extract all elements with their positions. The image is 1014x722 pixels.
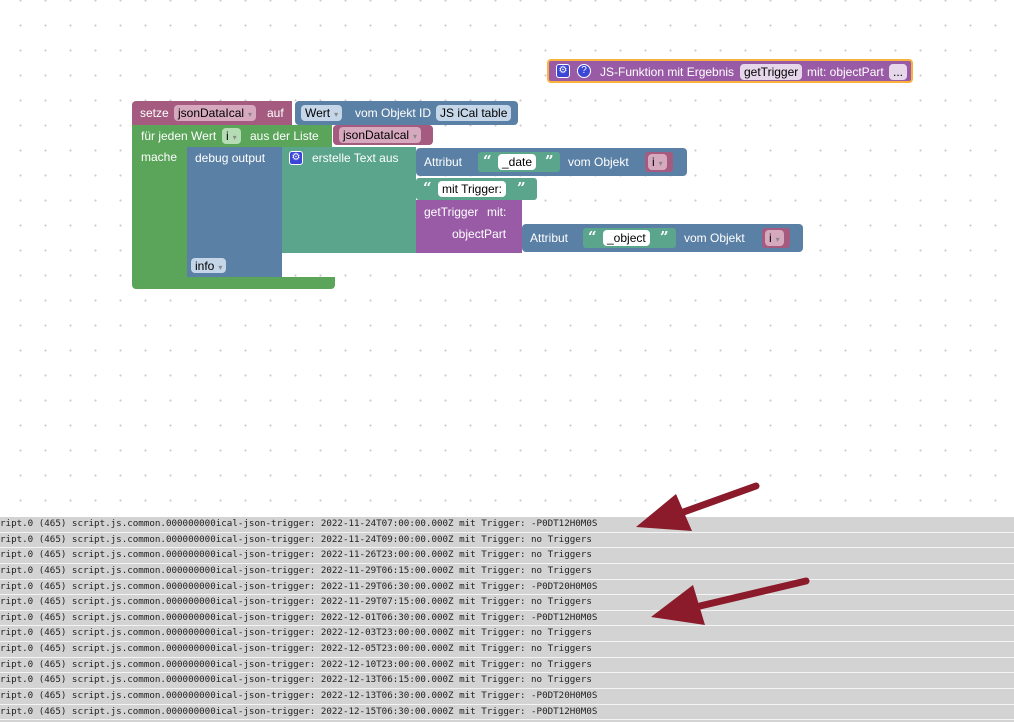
value-dropdown-label: Wert: [305, 106, 331, 120]
foreach-label: für jeden Wert: [141, 129, 217, 143]
foreach-loop-bottom: [132, 277, 335, 289]
loop-var-name: i: [652, 155, 655, 169]
open-quote-icon: “: [588, 228, 597, 246]
debug-output-block[interactable]: debug output info ▾: [187, 147, 282, 277]
chevron-down-icon: ▾: [218, 263, 223, 272]
variable-dropdown[interactable]: jsonDataIcal ▾: [174, 105, 257, 121]
call-function-block[interactable]: getTrigger mit: objectPart: [416, 200, 522, 253]
do-label: mache: [141, 150, 178, 164]
list-variable-block[interactable]: jsonDataIcal ▾: [333, 125, 433, 145]
list-variable-dropdown[interactable]: jsonDataIcal ▾: [339, 127, 422, 143]
gear-icon[interactable]: ⚙: [289, 151, 303, 165]
attribute-label: Attribut: [424, 155, 463, 169]
log-line: ript.0 (465) script.js.common.000000000i…: [0, 595, 1014, 611]
get-state-block[interactable]: Wert ▾ vom Objekt ID JS iCal table: [295, 101, 518, 125]
log-line: ript.0 (465) script.js.common.000000000i…: [0, 580, 1014, 596]
call-function-name: getTrigger: [424, 205, 479, 219]
foreach-loop-top[interactable]: für jeden Wert i ▾ aus der Liste: [132, 125, 332, 147]
log-level-value: info: [195, 259, 215, 273]
chevron-down-icon: ▾: [248, 110, 253, 119]
call-param-label: objectPart: [452, 227, 507, 241]
from-object-label: vom Objekt ID: [355, 106, 432, 120]
create-text-block[interactable]: ⚙ erstelle Text aus: [282, 147, 416, 253]
loop-var-dropdown[interactable]: i ▾: [222, 128, 241, 144]
log-line: ript.0 (465) script.js.common.000000000i…: [0, 642, 1014, 658]
set-label: setze: [140, 106, 169, 120]
chevron-down-icon: ▾: [658, 159, 663, 168]
blockly-workspace[interactable]: ⚙ ? JS-Funktion mit Ergebnis getTrigger …: [0, 0, 1014, 517]
loop-var-name: i: [769, 231, 772, 245]
variable-name: jsonDataIcal: [178, 106, 245, 120]
to-label: auf: [267, 106, 284, 120]
chevron-down-icon: ▾: [232, 133, 237, 142]
trigger-text-field[interactable]: mit Trigger:: [438, 181, 507, 197]
set-variable-block[interactable]: setze jsonDataIcal ▾ auf: [132, 101, 292, 125]
log-line: ript.0 (465) script.js.common.000000000i…: [0, 673, 1014, 690]
open-quote-icon: “: [483, 152, 492, 170]
chevron-down-icon: ▾: [775, 235, 780, 244]
function-label: JS-Funktion mit Ergebnis: [600, 65, 735, 79]
close-quote-icon: ”: [660, 228, 669, 246]
log-level-dropdown[interactable]: info ▾: [191, 258, 227, 273]
attribute-label: Attribut: [530, 231, 569, 245]
trigger-text-block[interactable]: “ mit Trigger: ”: [416, 178, 537, 200]
value-dropdown[interactable]: Wert ▾: [301, 105, 343, 121]
loop-var-dropdown[interactable]: i ▾: [765, 230, 784, 246]
log-line: ript.0 (465) script.js.common.000000000i…: [0, 611, 1014, 627]
object-id-field[interactable]: JS iCal table: [436, 105, 512, 121]
log-line: ript.0 (465) script.js.common.000000000i…: [0, 626, 1014, 643]
chevron-down-icon: ▾: [334, 110, 339, 119]
foreach-loop-body-left: [132, 147, 188, 281]
from-list-label: aus der Liste: [250, 129, 319, 143]
from-object-label: vom Objekt: [684, 231, 745, 245]
log-line: ript.0 (465) script.js.common.000000000i…: [0, 689, 1014, 705]
attribute-object-block[interactable]: Attribut “ _object ” vom Objekt i ▾: [522, 224, 803, 252]
debug-label: debug output: [195, 151, 266, 165]
date-string-block[interactable]: “ _date ”: [478, 152, 560, 172]
from-object-label: vom Objekt: [568, 155, 629, 169]
function-param-label: mit: objectPart: [807, 65, 884, 79]
log-line: ript.0 (465) script.js.common.000000000i…: [0, 548, 1014, 564]
help-icon[interactable]: ?: [577, 64, 591, 78]
object-string-block[interactable]: “ _object ”: [583, 228, 676, 248]
list-variable-name: jsonDataIcal: [343, 128, 410, 142]
gear-icon[interactable]: ⚙: [556, 64, 570, 78]
function-definition-block[interactable]: ⚙ ? JS-Funktion mit Ergebnis getTrigger …: [547, 59, 913, 83]
loop-var-get-block[interactable]: i ▾: [645, 152, 673, 172]
attribute-date-block[interactable]: Attribut “ _date ” vom Objekt i ▾: [416, 148, 687, 176]
close-quote-icon: ”: [545, 152, 554, 170]
loop-var-dropdown[interactable]: i ▾: [648, 154, 667, 170]
log-line: ript.0 (465) script.js.common.000000000i…: [0, 658, 1014, 674]
open-quote-icon: “: [423, 179, 432, 197]
function-more-field[interactable]: ...: [889, 64, 908, 80]
log-line: ript.0 (465) script.js.common.000000000i…: [0, 705, 1014, 721]
date-text-field[interactable]: _date: [498, 154, 537, 170]
close-quote-icon: ”: [517, 179, 526, 197]
chevron-down-icon: ▾: [413, 132, 418, 141]
log-line: ript.0 (465) script.js.common.000000000i…: [0, 533, 1014, 549]
create-text-label: erstelle Text aus: [312, 151, 399, 165]
log-line: ript.0 (465) script.js.common.000000000i…: [0, 517, 1014, 533]
log-line: ript.0 (465) script.js.common.000000000i…: [0, 564, 1014, 580]
call-with-label: mit:: [487, 205, 507, 219]
function-name-field[interactable]: getTrigger: [740, 64, 803, 80]
object-text-field[interactable]: _object: [603, 230, 650, 246]
log-console[interactable]: ript.0 (465) script.js.common.000000000i…: [0, 517, 1014, 722]
loop-var-name: i: [226, 129, 229, 143]
loop-var-get-block[interactable]: i ▾: [762, 228, 790, 248]
